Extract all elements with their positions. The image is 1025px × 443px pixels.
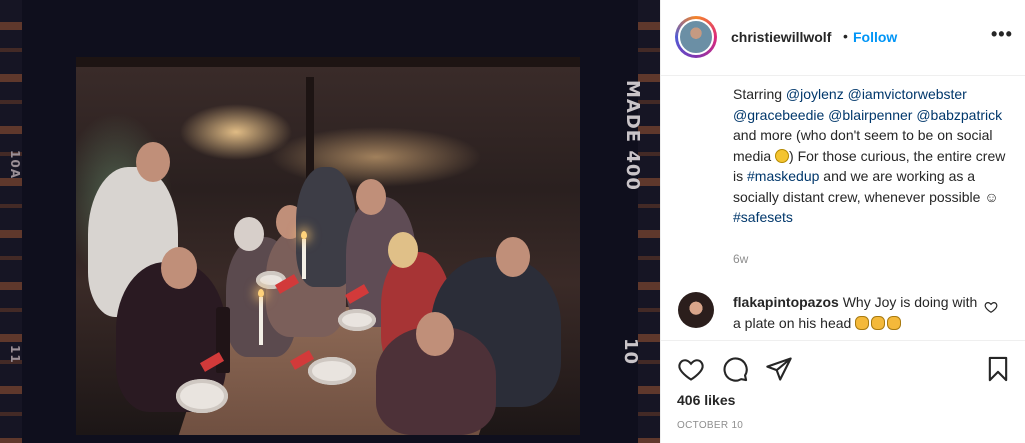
plate — [308, 357, 356, 385]
ceiling-beam — [76, 57, 580, 67]
candle — [259, 297, 263, 345]
post-actions: 406 likes OCTOBER 10 — [661, 340, 1025, 443]
bookmark-icon[interactable] — [984, 355, 1012, 383]
mention-link[interactable]: @gracebeedie — [733, 107, 824, 123]
commenter-avatar[interactable] — [678, 292, 714, 328]
post-date[interactable]: OCTOBER 10 — [677, 420, 743, 431]
mention-link[interactable]: @babzpatrick — [916, 107, 1002, 123]
follow-button[interactable]: Follow — [853, 29, 897, 45]
person-head — [416, 312, 454, 356]
hashtag-link[interactable]: #safesets — [733, 209, 793, 225]
person-head — [161, 247, 197, 289]
heart-icon[interactable] — [677, 355, 705, 383]
film-edge-text-left-top: 10A — [8, 150, 22, 179]
separator-dot: • — [843, 28, 848, 44]
post-media[interactable]: 10A 11 MADE 400 10 — [0, 0, 660, 443]
smiling-emoji-icon — [775, 148, 790, 163]
more-options-icon[interactable]: ••• — [991, 24, 1013, 45]
story-ring[interactable] — [675, 16, 717, 58]
mention-link[interactable]: @joylenz — [786, 86, 844, 102]
small-heart-icon[interactable] — [984, 300, 998, 314]
laughing-cat-emoji-icon — [855, 315, 870, 330]
plate — [176, 379, 228, 413]
person-head — [234, 217, 264, 251]
film-frame-number: 10 — [620, 338, 641, 366]
plate — [338, 309, 376, 331]
post-header: christiewillwolf • Follow ••• — [661, 0, 1025, 76]
laughing-cat-emoji-icon — [871, 315, 886, 330]
candle-flame — [301, 231, 307, 239]
hashtag-link[interactable]: #maskedup — [747, 168, 819, 184]
mention-link[interactable]: @iamvictorwebster — [848, 86, 967, 102]
film-edge-text-left-bottom: 11 — [8, 345, 22, 364]
smiley-emoji: ☺ — [984, 188, 999, 205]
author-avatar[interactable] — [678, 19, 714, 55]
author-username[interactable]: christiewillwolf — [731, 29, 831, 45]
post-caption: Starring @joylenz @iamvictorwebster @gra… — [733, 84, 1013, 228]
candle-flame — [258, 289, 264, 297]
comment-icon[interactable] — [721, 355, 749, 383]
caption-text: Starring — [733, 86, 783, 102]
mention-link[interactable]: @blairpenner — [828, 107, 912, 123]
person-head — [388, 232, 418, 268]
film-edge-right — [638, 0, 660, 443]
laughing-cat-emoji-icon — [887, 315, 902, 330]
caption-timestamp[interactable]: 6w — [733, 252, 748, 266]
candle — [302, 239, 306, 279]
person-head — [496, 237, 530, 277]
person-head — [136, 142, 170, 182]
film-edge-label: MADE 400 — [622, 80, 643, 191]
likes-count[interactable]: 406 likes — [677, 392, 735, 408]
post-photo — [76, 57, 580, 435]
paper-plane-icon[interactable] — [765, 355, 793, 383]
film-edge-left — [0, 0, 22, 443]
post-panel: christiewillwolf • Follow ••• Starring @… — [660, 0, 1025, 443]
person-head — [356, 179, 386, 215]
comment: flakapintopazos Why Joy is doing with a … — [733, 292, 983, 333]
commenter-username[interactable]: flakapintopazos — [733, 294, 839, 310]
